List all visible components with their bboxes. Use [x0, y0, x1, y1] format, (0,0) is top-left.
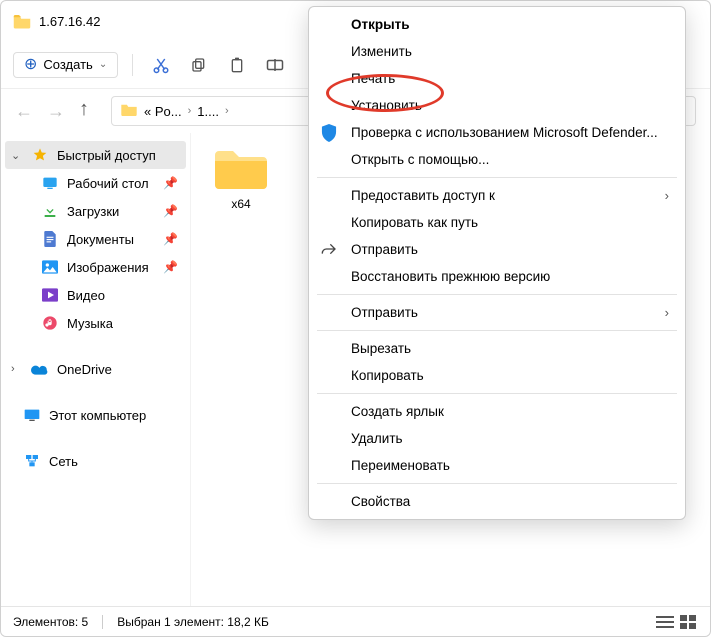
status-bar: Элементов: 5 Выбран 1 элемент: 18,2 КБ	[1, 606, 710, 636]
folder-item[interactable]: x64	[201, 147, 281, 211]
thumbnail-view-icon[interactable]	[680, 615, 698, 629]
download-icon	[41, 202, 59, 220]
status-count: Элементов: 5	[13, 615, 88, 629]
ctx-cut[interactable]: Вырезать	[309, 335, 685, 362]
chevron-right-icon: ›	[665, 305, 669, 320]
ctx-separator	[317, 330, 677, 331]
ctx-rename[interactable]: Переименовать	[309, 452, 685, 479]
sidebar-item-label: Изображения	[67, 260, 149, 275]
chevron-right-icon: ›	[188, 105, 192, 117]
ctx-copy[interactable]: Копировать	[309, 362, 685, 389]
cloud-icon	[31, 360, 49, 378]
share-icon	[321, 241, 339, 259]
ctx-edit[interactable]: Изменить	[309, 38, 685, 65]
copy-icon[interactable]	[185, 51, 213, 79]
document-icon	[41, 230, 59, 248]
folder-icon	[13, 13, 31, 29]
chevron-down-icon: ⌄	[11, 149, 23, 162]
sidebar-item-network[interactable]: Сеть	[5, 447, 186, 475]
music-icon	[41, 314, 59, 332]
chevron-right-icon: ›	[225, 105, 229, 117]
pin-icon: 📌	[163, 176, 178, 190]
folder-label: x64	[231, 197, 250, 211]
status-separator	[102, 615, 103, 629]
pin-icon: 📌	[163, 204, 178, 218]
video-icon	[41, 286, 59, 304]
pictures-icon	[41, 258, 59, 276]
plus-icon: ⊕	[24, 57, 37, 73]
breadcrumb-seg-2[interactable]: 1....	[197, 104, 219, 119]
status-selection: Выбран 1 элемент: 18,2 КБ	[117, 615, 269, 629]
ctx-separator	[317, 483, 677, 484]
rename-icon[interactable]	[261, 51, 289, 79]
breadcrumb-seg-1[interactable]: « Po...	[144, 104, 182, 119]
sidebar-item-label: Сеть	[49, 454, 78, 469]
view-toggle	[656, 615, 698, 629]
highlight-ellipse	[326, 74, 444, 112]
ctx-sendto[interactable]: Отправить	[309, 236, 685, 263]
cut-icon[interactable]	[147, 51, 175, 79]
ctx-sendto2[interactable]: Отправить›	[309, 299, 685, 326]
sidebar-item-music[interactable]: Музыка	[5, 309, 186, 337]
network-icon	[23, 452, 41, 470]
sidebar-item-desktop[interactable]: Рабочий стол 📌	[5, 169, 186, 197]
ctx-separator	[317, 177, 677, 178]
sidebar-item-quick-access[interactable]: ⌄ Быстрый доступ	[5, 141, 186, 169]
sidebar-item-pictures[interactable]: Изображения 📌	[5, 253, 186, 281]
sidebar-item-label: OneDrive	[57, 362, 112, 377]
sidebar-item-label: Загрузки	[67, 204, 119, 219]
back-button[interactable]: ←	[15, 101, 33, 122]
ctx-delete[interactable]: Удалить	[309, 425, 685, 452]
forward-button[interactable]: →	[47, 101, 65, 122]
toolbar-separator	[132, 54, 133, 76]
ctx-separator	[317, 393, 677, 394]
shield-icon	[321, 124, 339, 142]
pin-icon: 📌	[163, 232, 178, 246]
up-button[interactable]: ↑	[79, 98, 89, 121]
folder-icon	[120, 102, 138, 121]
sidebar-item-videos[interactable]: Видео	[5, 281, 186, 309]
sidebar-item-label: Музыка	[67, 316, 113, 331]
ctx-restore[interactable]: Восстановить прежнюю версию	[309, 263, 685, 290]
sidebar-item-downloads[interactable]: Загрузки 📌	[5, 197, 186, 225]
star-icon	[31, 146, 49, 164]
details-view-icon[interactable]	[656, 615, 674, 629]
sidebar-item-label: Этот компьютер	[49, 408, 146, 423]
pc-icon	[23, 406, 41, 424]
sidebar-item-label: Рабочий стол	[67, 176, 149, 191]
sidebar: ⌄ Быстрый доступ Рабочий стол 📌 Загрузки…	[1, 133, 191, 606]
window-title: 1.67.16.42	[39, 14, 100, 29]
sidebar-item-documents[interactable]: Документы 📌	[5, 225, 186, 253]
paste-icon[interactable]	[223, 51, 251, 79]
ctx-open[interactable]: Открыть	[309, 11, 685, 38]
ctx-copypath[interactable]: Копировать как путь	[309, 209, 685, 236]
ctx-giveaccess[interactable]: Предоставить доступ к›	[309, 182, 685, 209]
sidebar-item-label: Документы	[67, 232, 134, 247]
chevron-right-icon: ›	[665, 188, 669, 203]
ctx-separator	[317, 294, 677, 295]
sidebar-item-label: Быстрый доступ	[57, 148, 156, 163]
chevron-down-icon: ⌄	[99, 59, 107, 70]
ctx-shortcut[interactable]: Создать ярлык	[309, 398, 685, 425]
pin-icon: 📌	[163, 260, 178, 274]
sidebar-item-label: Видео	[67, 288, 105, 303]
sidebar-item-onedrive[interactable]: › OneDrive	[5, 355, 186, 383]
new-button-label: Создать	[43, 57, 92, 72]
sidebar-item-thispc[interactable]: Этот компьютер	[5, 401, 186, 429]
desktop-icon	[41, 174, 59, 192]
ctx-defender[interactable]: Проверка с использованием Microsoft Defe…	[309, 119, 685, 146]
new-button[interactable]: ⊕ Создать ⌄	[13, 52, 118, 78]
folder-icon	[213, 147, 269, 191]
ctx-properties[interactable]: Свойства	[309, 488, 685, 515]
ctx-openwith[interactable]: Открыть с помощью...	[309, 146, 685, 173]
chevron-right-icon: ›	[11, 363, 23, 375]
